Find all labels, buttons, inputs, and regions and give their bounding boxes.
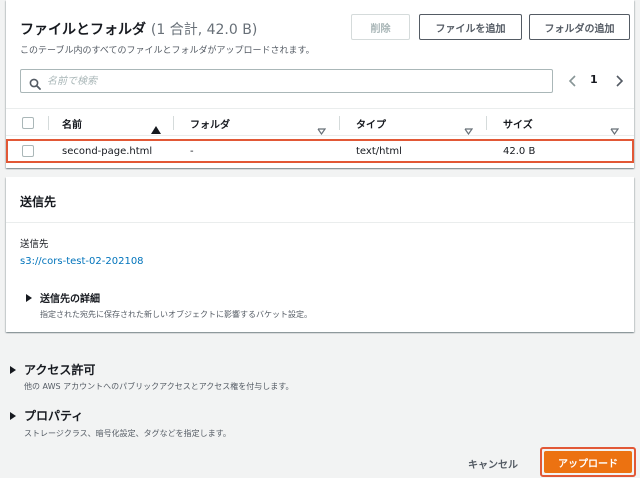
destination-details-description: 指定された宛先に保存された新しいオブジェクトに影響するバケット設定。: [40, 310, 312, 319]
search-input[interactable]: [47, 73, 527, 89]
column-header-size[interactable]: サイズ: [503, 109, 533, 137]
files-title: ファイルとフォルダ (1 合計, 42.0 B): [20, 19, 257, 39]
properties-description: ストレージクラス、暗号化設定、タグなどを指定します。: [24, 429, 231, 438]
properties-expander[interactable]: プロパティ: [10, 407, 83, 424]
table-header: 名前 フォルダ タイプ サイズ: [6, 108, 634, 136]
column-header-folder[interactable]: フォルダ: [190, 109, 230, 137]
column-header-name[interactable]: 名前: [62, 109, 82, 137]
column-divider: [486, 116, 487, 130]
row-checkbox[interactable]: [22, 145, 34, 157]
caret-right-icon: [10, 411, 16, 420]
add-folder-button[interactable]: フォルダの追加: [529, 14, 630, 40]
files-count: (1 合計, 42.0 B): [150, 22, 258, 38]
cell-folder: -: [190, 145, 194, 157]
properties-title: プロパティ: [24, 409, 84, 423]
column-header-type[interactable]: タイプ: [356, 109, 386, 137]
permissions-expander[interactable]: アクセス許可: [10, 361, 95, 378]
sort-descending-icon[interactable]: [610, 120, 620, 139]
chevron-right-icon[interactable]: [612, 74, 626, 88]
search-icon: [29, 75, 41, 94]
delete-button[interactable]: 削除: [351, 14, 410, 40]
cell-type: text/html: [356, 145, 402, 157]
chevron-left-icon[interactable]: [566, 74, 580, 88]
caret-right-icon: [10, 365, 16, 374]
search-box: [20, 69, 553, 93]
cell-name: second-page.html: [62, 145, 153, 157]
column-divider: [173, 116, 174, 130]
destination-details-title: 送信先の詳細: [40, 294, 100, 305]
destination-header: 送信先: [6, 177, 634, 223]
page-number[interactable]: 1: [590, 73, 598, 86]
add-files-button[interactable]: ファイルを追加: [419, 14, 522, 40]
files-panel: ファイルとフォルダ (1 合計, 42.0 B) このテーブル内のすべてのファイ…: [6, 0, 634, 168]
permissions-description: 他の AWS アカウントへのパブリックアクセスとアクセス権を付与します。: [24, 382, 294, 391]
destination-panel: 送信先 送信先 s3://cors-test-02-202108 送信先の詳細 …: [6, 177, 634, 332]
cancel-button[interactable]: キャンセル: [468, 456, 518, 471]
destination-title: 送信先: [20, 195, 57, 209]
files-description: このテーブル内のすべてのファイルとフォルダがアップロードされます。: [20, 46, 315, 56]
destination-link[interactable]: s3://cors-test-02-202108: [20, 256, 144, 267]
upload-button-highlight: アップロード: [540, 447, 636, 477]
sort-descending-icon[interactable]: [464, 120, 474, 139]
sort-ascending-icon[interactable]: [151, 119, 161, 138]
caret-right-icon: [26, 293, 32, 302]
table-row[interactable]: second-page.html - text/html 42.0 B: [6, 139, 634, 163]
files-title-text: ファイルとフォルダ: [20, 22, 146, 38]
destination-details-expander[interactable]: 送信先の詳細: [26, 290, 100, 305]
column-divider: [339, 116, 340, 130]
destination-label: 送信先: [20, 239, 49, 250]
cell-size: 42.0 B: [503, 145, 536, 157]
permissions-title: アクセス許可: [24, 363, 96, 377]
upload-button[interactable]: アップロード: [544, 451, 632, 473]
select-all-checkbox[interactable]: [22, 117, 34, 129]
column-divider: [48, 116, 49, 130]
sort-descending-icon[interactable]: [317, 120, 327, 139]
